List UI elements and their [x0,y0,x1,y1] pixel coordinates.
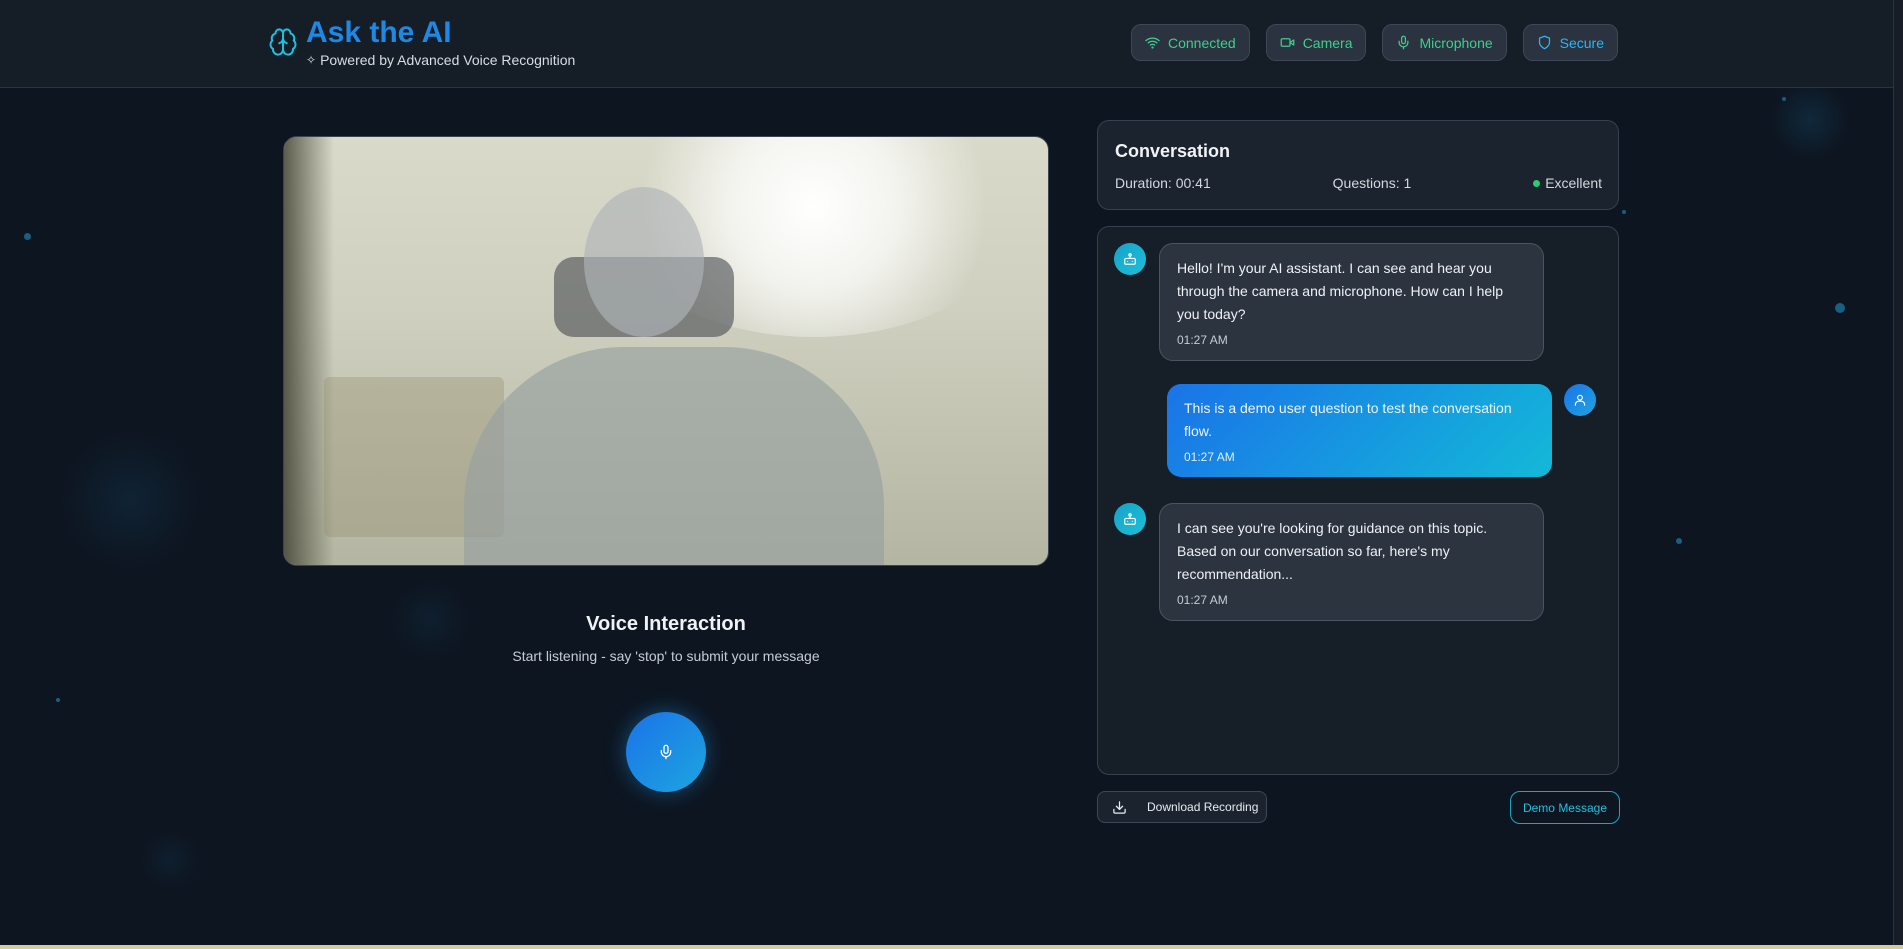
message-text: This is a demo user question to test the… [1184,400,1512,439]
message-time: 01:27 AM [1177,593,1228,607]
message-bubble-user: This is a demo user question to test the… [1167,384,1552,477]
quality-dot [1533,179,1541,187]
microphone-icon [1398,35,1409,50]
bot-icon [1124,513,1136,525]
conversation-summary-card: Conversation Duration: 00:41 Questions: … [1097,120,1619,210]
bottom-border [0,945,1903,949]
message-time: 01:27 AM [1177,333,1228,347]
video-person-body [464,347,884,565]
wifi-icon [1145,37,1160,49]
download-label: Download Recording [1147,800,1259,814]
duration-text: Duration: 00:41 [1115,175,1211,191]
bot-avatar [1114,503,1146,535]
background-particle [1835,303,1845,313]
message-bubble-bot: I can see you're looking for guidance on… [1159,503,1544,621]
app-title: Ask the AI [306,16,452,49]
status-pills: Connected Camera Microphone Secure [1130,24,1618,61]
background-particle [1622,210,1626,214]
brain-icon [269,28,297,56]
voice-instruction: Start listening - say 'stop' to submit y… [512,648,820,664]
message-time: 01:27 AM [1184,450,1235,464]
bot-avatar [1114,243,1146,275]
user-avatar [1564,384,1596,416]
camera-video-feed [283,136,1049,566]
background-particle [1782,97,1786,101]
start-listening-button[interactable] [626,712,706,792]
background-particle [24,233,31,240]
status-pill-label: Microphone [1419,34,1493,51]
sparkles-icon: ✧ [306,53,317,67]
app-header: Ask the AI ✧ Powered by Advanced Voice R… [0,0,1893,88]
demo-message-button[interactable]: Demo Message [1510,791,1620,824]
status-pill-label: Connected [1167,34,1236,51]
status-pill-connected[interactable]: Connected [1130,24,1250,61]
microphone-icon [660,744,672,760]
background-particle [1676,538,1682,544]
status-pill-label: Camera [1302,34,1353,51]
page-scrollbar[interactable] [1893,0,1903,949]
shield-icon [1538,35,1550,50]
voice-interaction-section: Voice Interaction Start listening - say … [283,613,1049,664]
background-particle [56,698,60,702]
status-pill-label: Secure [1559,34,1604,51]
conversation-title: Conversation [1115,141,1231,161]
user-icon [1574,394,1586,406]
message-text: Hello! I'm your AI assistant. I can see … [1177,260,1504,322]
subtitle-text: Powered by Advanced Voice Recognition [320,52,576,68]
conversation-stats: Duration: 00:41 Questions: 1 Excellent [1115,175,1602,191]
brand: Ask the AI ✧ Powered by Advanced Voice R… [268,16,575,68]
chat-panel[interactable]: Hello! I'm your AI assistant. I can see … [1097,226,1619,775]
video-camera-icon [1280,38,1295,47]
status-pill-microphone[interactable]: Microphone [1382,24,1507,61]
bot-icon [1124,253,1136,265]
video-person-head [584,187,704,337]
download-icon [1113,800,1126,814]
status-pill-secure[interactable]: Secure [1522,24,1618,61]
quality-label: Excellent [1545,175,1602,191]
app-subtitle: ✧ Powered by Advanced Voice Recognition [306,52,575,68]
message-text: I can see you're looking for guidance on… [1177,520,1488,582]
connection-quality: Excellent [1533,175,1602,191]
questions-count: Questions: 1 [1332,175,1412,191]
status-pill-camera[interactable]: Camera [1265,24,1367,61]
download-recording-button[interactable]: Download Recording [1097,791,1267,823]
message-bubble-bot: Hello! I'm your AI assistant. I can see … [1159,243,1544,361]
voice-title: Voice Interaction [586,613,746,635]
